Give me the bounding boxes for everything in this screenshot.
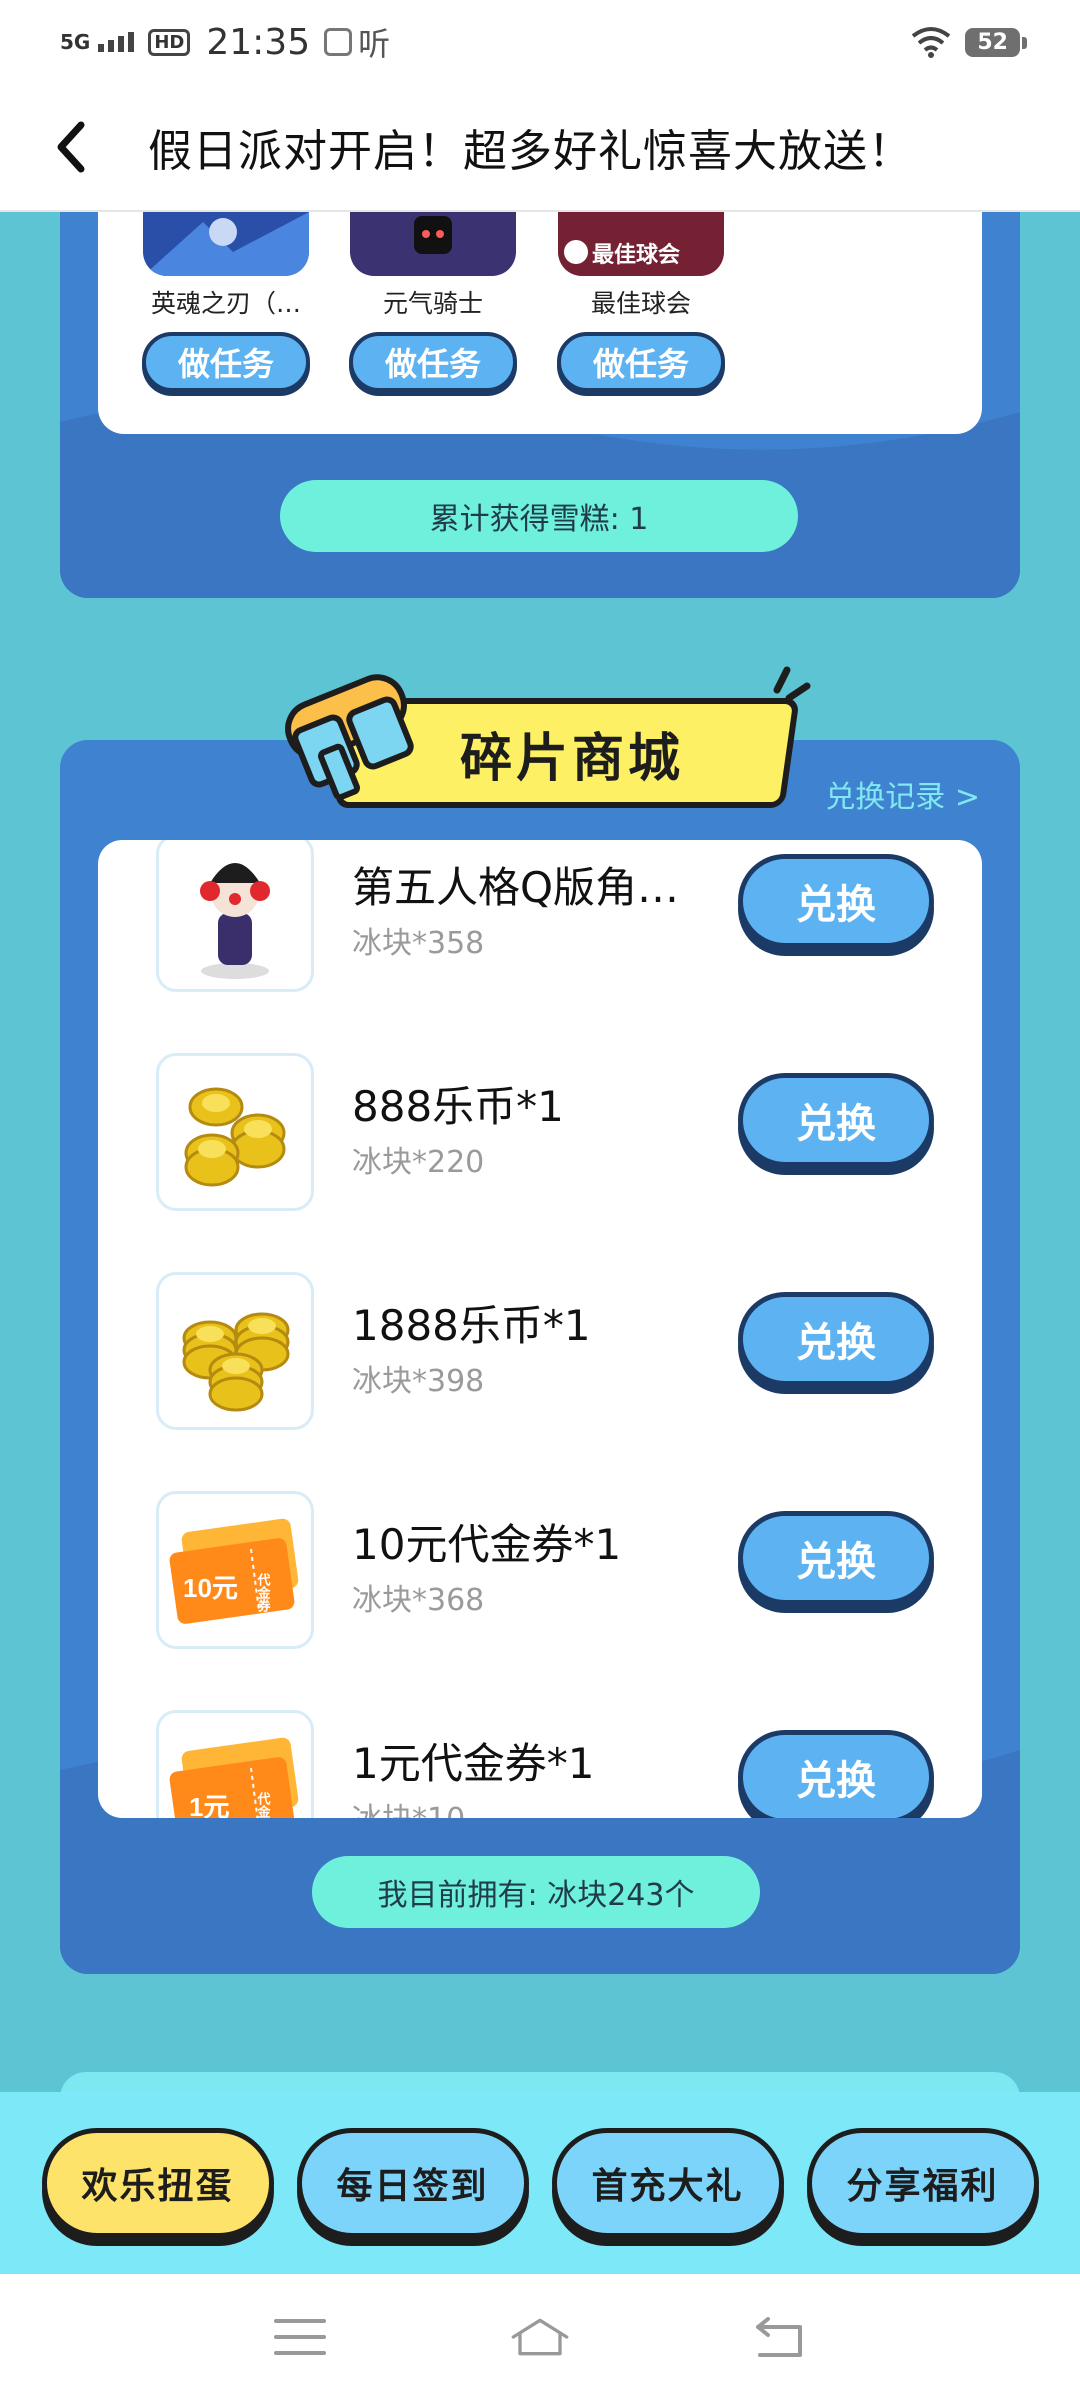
signal-icon <box>98 32 135 52</box>
clock: 21:35 <box>206 21 311 63</box>
game-thumb-yinghun[interactable] <box>143 212 309 276</box>
bottom-nav: 欢乐扭蛋 每日签到 首充大礼 分享福利 <box>0 2092 1080 2274</box>
exchange-record-link[interactable]: 兑换记录 > <box>825 772 980 816</box>
owned-balance-pill: 我目前拥有: 冰块243个 <box>312 1856 760 1928</box>
ice-pop-icon <box>285 674 414 801</box>
nav-first-recharge-button[interactable]: 首充大礼 <box>551 2128 784 2238</box>
back-icon[interactable] <box>750 2307 810 2367</box>
game-thumb-zuijia[interactable]: 最佳球会 <box>558 212 724 276</box>
clown-figure-icon <box>156 840 314 992</box>
notification-text: 听 <box>358 25 391 63</box>
do-task-button[interactable]: 做任务 <box>349 332 517 392</box>
shop-item-name: 888乐币*1 <box>352 1082 564 1131</box>
shop-list: 第五人格Q版角… 冰块*358 兑换 888乐币*1 冰块*220 兑换 188… <box>98 840 982 1818</box>
task-name: 英魂之刃（… <box>150 289 301 318</box>
exchange-button[interactable]: 兑换 <box>738 854 934 948</box>
spark-decoration-icon <box>773 666 811 702</box>
shop-card: 第五人格Q版角… 冰块*358 兑换 888乐币*1 冰块*220 兑换 188… <box>98 840 982 1818</box>
exchange-button[interactable]: 兑换 <box>738 1073 934 1167</box>
exchange-button[interactable]: 兑换 <box>738 1511 934 1605</box>
shop-item: 10元 代金券 10元代金券*1 冰块*368 兑换 <box>98 1451 982 1670</box>
shop-item-name: 第五人格Q版角… <box>352 863 680 912</box>
nav-share-button[interactable]: 分享福利 <box>806 2128 1039 2238</box>
coins-icon <box>156 1053 314 1211</box>
task-panel: 英魂之刃（… 做任务 元气骑士 做任务 最佳球会 最佳球会 做任务 累计获得雪糕… <box>60 212 1020 598</box>
app-notification-icon <box>324 28 353 56</box>
back-arrow-icon[interactable] <box>40 117 100 177</box>
page-header: 假日派对开启！超多好礼惊喜大放送！ <box>0 84 1080 212</box>
menu-icon[interactable] <box>270 2307 330 2367</box>
task-name: 元气骑士 <box>382 289 483 318</box>
nav-gacha-button[interactable]: 欢乐扭蛋 <box>41 2128 274 2238</box>
shop-item-cost: 冰块*358 <box>352 926 485 961</box>
wifi-icon <box>912 27 951 58</box>
task-item: 元气骑士 做任务 <box>348 212 518 392</box>
system-nav-bar <box>0 2274 1080 2400</box>
shop-item: 1元 代金券 1元代金券*1 冰块*10 兑换 <box>98 1670 982 1818</box>
shop-item-cost: 冰块*220 <box>352 1145 485 1180</box>
total-reward-pill: 累计获得雪糕: 1 <box>280 480 798 552</box>
task-item: 英魂之刃（… 做任务 <box>141 212 311 392</box>
shop-item-cost: 冰块*10 <box>352 1794 465 1818</box>
shop-item: 第五人格Q版角… 冰块*358 兑换 <box>98 840 982 1013</box>
game-thumb-yuanqi[interactable] <box>350 212 516 276</box>
shop-item-name: 1888乐币*1 <box>352 1301 591 1350</box>
do-task-button[interactable]: 做任务 <box>557 332 725 392</box>
task-item: 最佳球会 最佳球会 做任务 <box>556 212 726 392</box>
shop-title: 碎片商城 <box>459 728 684 789</box>
task-name: 最佳球会 <box>590 289 691 318</box>
exchange-button[interactable]: 兑换 <box>738 1730 934 1818</box>
nav-daily-checkin-button[interactable]: 每日签到 <box>296 2128 529 2238</box>
svg-text:最佳球会: 最佳球会 <box>592 242 680 267</box>
shop-item-cost: 冰块*368 <box>352 1583 485 1618</box>
page-title: 假日派对开启！超多好礼惊喜大放送！ <box>148 126 913 177</box>
shop-item: 888乐币*1 冰块*220 兑换 <box>98 1013 982 1232</box>
shop-item-name: 10元代金券*1 <box>352 1520 622 1569</box>
network-type: 5G <box>60 30 91 54</box>
shop-panel: 兑换记录 > 第五人格Q版角… 冰块*358 兑换 888乐币*1 冰块*220… <box>60 740 1020 1974</box>
task-card: 英魂之刃（… 做任务 元气骑士 做任务 最佳球会 最佳球会 做任务 <box>98 212 982 434</box>
hd-badge: HD <box>148 28 191 56</box>
svg-text:代金券: 代金券 <box>256 1791 272 1818</box>
status-bar: 5G HD 21:35 听 52 <box>0 0 1080 84</box>
shop-item-name: 1元代金券*1 <box>352 1739 595 1788</box>
svg-text:代金券: 代金券 <box>256 1572 272 1613</box>
voucher-icon: 10元 代金券 <box>156 1491 314 1649</box>
shop-item: 1888乐币*1 冰块*398 兑换 <box>98 1232 982 1451</box>
coins-stack-icon <box>156 1272 314 1430</box>
svg-text:10元: 10元 <box>183 1573 238 1603</box>
shop-item-cost: 冰块*398 <box>352 1364 485 1399</box>
voucher-icon: 1元 代金券 <box>156 1710 314 1818</box>
svg-text:1元: 1元 <box>189 1792 229 1818</box>
home-icon[interactable] <box>510 2307 570 2367</box>
do-task-button[interactable]: 做任务 <box>142 332 310 392</box>
exchange-button[interactable]: 兑换 <box>738 1292 934 1386</box>
battery-icon: 52 <box>965 27 1027 57</box>
shop-title-banner: 碎片商城 <box>262 652 822 814</box>
